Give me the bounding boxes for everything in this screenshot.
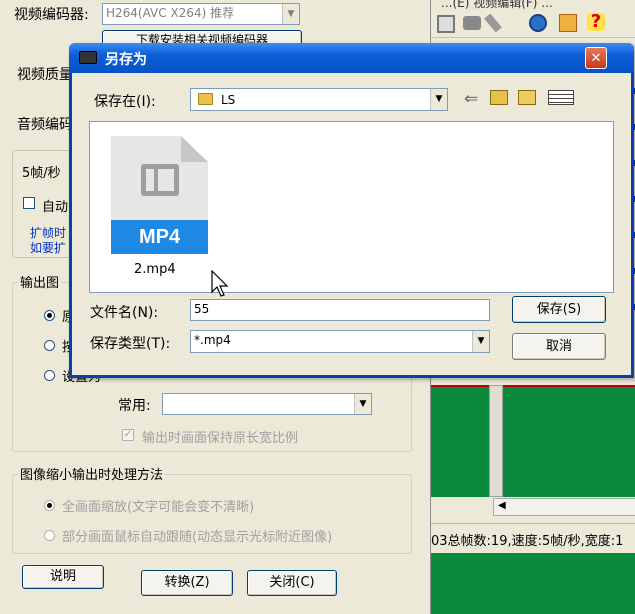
file-name-label: 2.mp4 bbox=[134, 262, 176, 277]
new-folder-icon[interactable] bbox=[518, 90, 536, 105]
horizontal-scrollbar[interactable]: ◀ bbox=[493, 498, 635, 516]
status-bar: 03总帧数:19,速度:5帧/秒,宽度:1 bbox=[431, 523, 635, 553]
keep-ratio-label: 输出时画面保持原长宽比例 bbox=[142, 431, 299, 446]
scroll-left-icon[interactable]: ◀ bbox=[498, 500, 506, 511]
chevron-down-icon[interactable]: ▼ bbox=[430, 89, 447, 110]
output-radio-scale[interactable] bbox=[44, 340, 55, 351]
bottom-preview bbox=[431, 553, 635, 614]
video-codec-label: 视频编码器: bbox=[14, 7, 89, 23]
camera-icon[interactable] bbox=[463, 16, 481, 30]
output-radio-original[interactable] bbox=[44, 310, 55, 321]
film-icon bbox=[141, 164, 179, 196]
save-in-label: 保存在(I): bbox=[94, 94, 156, 110]
filename-value: 55 bbox=[194, 302, 210, 316]
output-radio-custom[interactable] bbox=[44, 370, 55, 381]
filename-label: 文件名(N): bbox=[90, 305, 159, 321]
fps-label: 5帧/秒 bbox=[22, 166, 61, 181]
preview-scrollbar-vertical[interactable] bbox=[489, 385, 503, 497]
save-button[interactable]: 保存(S) bbox=[512, 296, 606, 323]
help-icon[interactable]: ? bbox=[587, 13, 605, 31]
stop-icon[interactable] bbox=[437, 15, 455, 33]
dialog-title-bar[interactable]: 另存为 ✕ bbox=[69, 43, 634, 73]
help-button[interactable]: 说明 bbox=[22, 565, 104, 589]
folder-icon bbox=[198, 93, 213, 105]
video-quality-label: 视频质量 bbox=[17, 67, 73, 83]
filetype-label: 保存类型(T): bbox=[90, 336, 171, 352]
video-codec-value: H264(AVC X264) 推荐 bbox=[106, 6, 235, 20]
auto-checkbox-label: 自动 bbox=[42, 200, 69, 215]
common-size-select[interactable]: ▼ bbox=[162, 393, 372, 415]
auto-checkbox[interactable] bbox=[23, 197, 35, 209]
expand-note-line2: 如要扩 bbox=[30, 241, 67, 255]
convert-button[interactable]: 转换(Z) bbox=[141, 570, 233, 596]
dialog-title-icon bbox=[79, 51, 97, 64]
mp4-badge: MP4 bbox=[111, 220, 208, 254]
file-item-2mp4[interactable]: MP4 2.mp4 bbox=[108, 136, 208, 277]
globe-icon[interactable] bbox=[529, 14, 547, 32]
view-menu-icon[interactable] bbox=[548, 90, 574, 105]
save-in-value: LS bbox=[221, 93, 236, 107]
audio-codec-label: 音频编码 bbox=[17, 117, 73, 133]
status-text: 03总帧数:19,速度:5帧/秒,宽度:1 bbox=[431, 534, 624, 549]
mp4-file-icon: MP4 bbox=[111, 136, 208, 254]
keep-ratio-checkbox[interactable]: ✓ bbox=[122, 429, 134, 441]
toolbar: ? bbox=[431, 10, 635, 38]
chevron-down-icon[interactable]: ▼ bbox=[354, 394, 371, 414]
dialog-title: 另存为 bbox=[105, 52, 147, 68]
filetype-value: *.mp4 bbox=[194, 333, 231, 347]
output-group-title: 输出图 bbox=[18, 272, 62, 291]
scale-radio-follow[interactable] bbox=[44, 530, 55, 541]
save-as-dialog: 另存为 ✕ 保存在(I): LS ▼ ⇐ MP4 2.mp4 文件名(N): 5… bbox=[69, 43, 634, 378]
close-button[interactable]: 关闭(C) bbox=[247, 570, 337, 596]
settings-icon[interactable] bbox=[559, 14, 577, 32]
back-icon[interactable]: ⇐ bbox=[464, 89, 478, 109]
preview-area bbox=[431, 385, 635, 497]
save-in-select[interactable]: LS ▼ bbox=[190, 88, 448, 111]
cancel-button[interactable]: 取消 bbox=[512, 333, 606, 360]
scale-radio-full-label: 全画面缩放(文字可能会变不清晰) bbox=[62, 500, 255, 515]
video-codec-select[interactable]: H264(AVC X264) 推荐 ▼ bbox=[102, 3, 300, 25]
scale-radio-full[interactable] bbox=[44, 500, 55, 511]
pen-icon[interactable] bbox=[484, 13, 502, 33]
filename-input[interactable]: 55 bbox=[190, 299, 490, 321]
up-folder-icon[interactable] bbox=[490, 90, 508, 105]
file-list: MP4 2.mp4 bbox=[89, 121, 614, 293]
scale-group-title: 图像缩小输出时处理方法 bbox=[18, 464, 166, 483]
dialog-close-button[interactable]: ✕ bbox=[585, 47, 607, 69]
mouse-cursor-icon bbox=[211, 270, 229, 297]
common-size-label: 常用: bbox=[118, 398, 151, 414]
scale-radio-follow-label: 部分画面鼠标自动跟随(动态显示光标附近图像) bbox=[62, 530, 333, 545]
filetype-select[interactable]: *.mp4 ▼ bbox=[190, 330, 490, 353]
chevron-down-icon[interactable]: ▼ bbox=[472, 331, 489, 352]
chevron-down-icon[interactable]: ▼ bbox=[282, 4, 299, 24]
close-icon: ✕ bbox=[590, 51, 602, 66]
